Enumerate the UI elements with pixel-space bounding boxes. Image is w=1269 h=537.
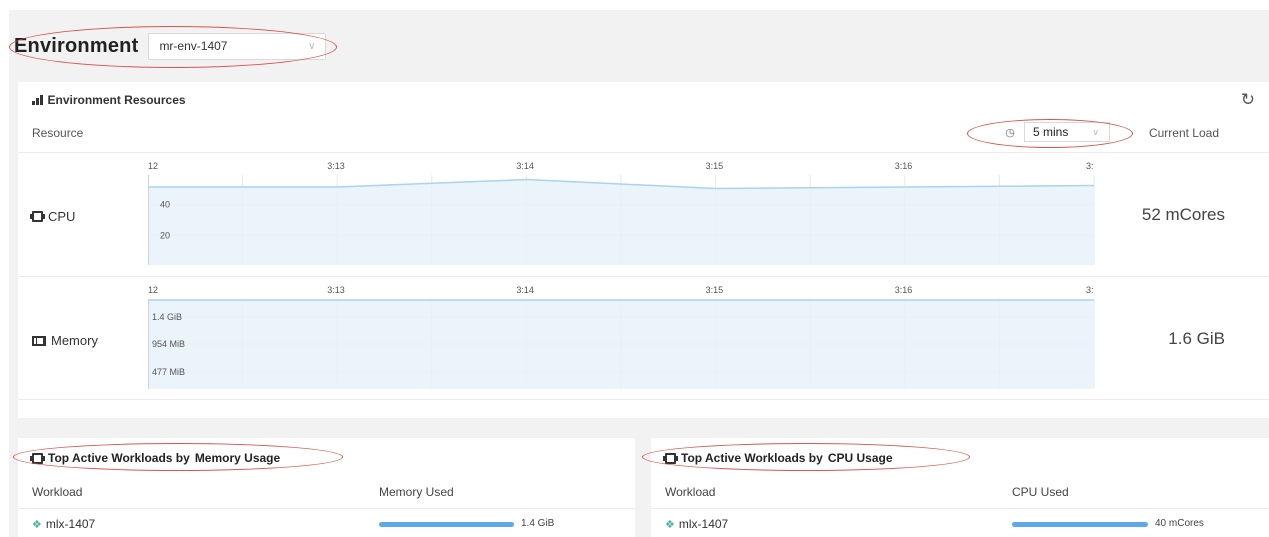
x-tick-label: 3:16 [895,285,913,295]
divider [651,508,1269,509]
memory-icon [32,335,46,346]
bar-chart-icon [32,95,43,105]
x-tick-label: 12 [148,285,158,295]
column-header-workload: Workload [32,485,83,499]
x-tick-label: 3:16 [895,161,913,171]
y-tick-label: 954 MiB [152,339,185,349]
cpu-chart: 12 3:13 3:14 3:15 3:16 3: 40 20 [148,161,1095,265]
memory-current-load: 1.6 GiB [1168,329,1225,348]
x-tick-label: 3:15 [706,285,724,295]
memory-label: Memory [32,333,98,348]
cpu-used-value: 40 mCores [1155,518,1204,529]
time-range-selector[interactable]: ◷ 5 mins ∨ [1002,121,1112,143]
cpu-used-bar-fill [1012,522,1148,527]
x-tick-label: 3:14 [516,161,534,171]
y-tick-label: 20 [160,230,170,240]
workloads-memory-title-prefix: Top Active Workloads by [48,451,190,465]
clock-icon: ◷ [1005,126,1015,139]
environment-dropdown-value: mr-env-1407 [159,39,228,53]
column-header-workload: Workload [665,485,716,499]
environment-dropdown[interactable]: mr-env-1407 ∨ [148,32,327,60]
cpu-chip-icon [30,452,45,464]
cpu-chip-icon [663,452,678,464]
y-tick-label: 477 MiB [152,367,185,377]
workload-row-name[interactable]: ❖ mlx-1407 [665,517,728,531]
series-area [148,300,1094,389]
workload-name: mlx-1407 [678,517,729,531]
series-area [148,179,1094,265]
memory-row: Memory 12 3:13 3:14 3:15 3:16 3: 1.4 GiB 954 Mi… [18,276,1269,400]
x-tick-label: 3:15 [706,161,724,171]
refresh-icon[interactable]: ↻ [1241,90,1255,110]
memory-used-bar-fill [379,522,514,527]
workloads-cpu-panel: Top Active Workloads by CPU Usage Worklo… [651,438,1269,537]
workloads-memory-panel: Top Active Workloads by Memory Usage Wor… [18,438,635,537]
chevron-down-icon: ∨ [308,40,316,52]
x-tick-label: 3:13 [327,285,345,295]
resources-title: Environment Resources [32,93,186,107]
cpu-current-load: 52 mCores [1141,205,1225,224]
x-tick-label: 12 [148,161,158,171]
y-tick-label: 1.4 GiB [152,312,182,322]
cpu-label-text: CPU [48,209,76,224]
chevron-down-icon: ∨ [1092,127,1099,137]
x-tick-label: 3: [1086,161,1094,171]
time-range-dropdown[interactable]: 5 mins ∨ [1024,122,1110,142]
workloads-cpu-title-strong: CPU Usage [827,451,893,465]
time-range-value: 5 mins [1033,125,1069,139]
resources-title-text: Environment Resources [47,93,186,107]
cpu-row: CPU 12 3:13 3:14 3:15 3:16 3: 40 20 52 mCores [18,152,1269,276]
workloads-cpu-title: Top Active Workloads by CPU Usage [663,451,893,465]
workloads-memory-title: Top Active Workloads by Memory Usage [30,451,281,465]
x-tick-label: 3: [1086,285,1094,295]
memory-used-bar [379,522,514,527]
environment-header: Environment mr-env-1407 ∨ [14,30,327,62]
workload-row-name[interactable]: ❖ mlx-1407 [32,517,95,531]
cpu-chip-icon [30,211,45,222]
workload-name: mlx-1407 [45,517,96,531]
memory-chart: 12 3:13 3:14 3:15 3:16 3: 1.4 GiB 954 MiB 477 Mi… [148,285,1095,389]
x-tick-label: 3:13 [327,161,345,171]
cpu-label: CPU [30,209,76,224]
x-tick-label: 3:14 [516,285,534,295]
workloads-memory-title-strong: Memory Usage [194,451,281,465]
memory-used-value: 1.4 GiB [521,518,555,529]
workload-icon: ❖ [32,518,42,531]
y-tick-label: 40 [160,200,170,210]
workload-icon: ❖ [665,518,675,531]
column-header-memory-used: Memory Used [379,485,454,499]
column-header-resource: Resource [32,126,84,140]
column-header-current-load: Current Load [1148,126,1219,140]
cpu-used-bar [1012,522,1148,527]
environment-title: Environment [14,34,139,57]
divider [18,508,635,509]
column-header-cpu-used: CPU Used [1012,485,1069,499]
memory-label-text: Memory [51,333,98,348]
workloads-cpu-title-prefix: Top Active Workloads by [681,451,823,465]
environment-resources-panel: Environment Resources ↻ Resource ◷ 5 min… [18,82,1269,418]
